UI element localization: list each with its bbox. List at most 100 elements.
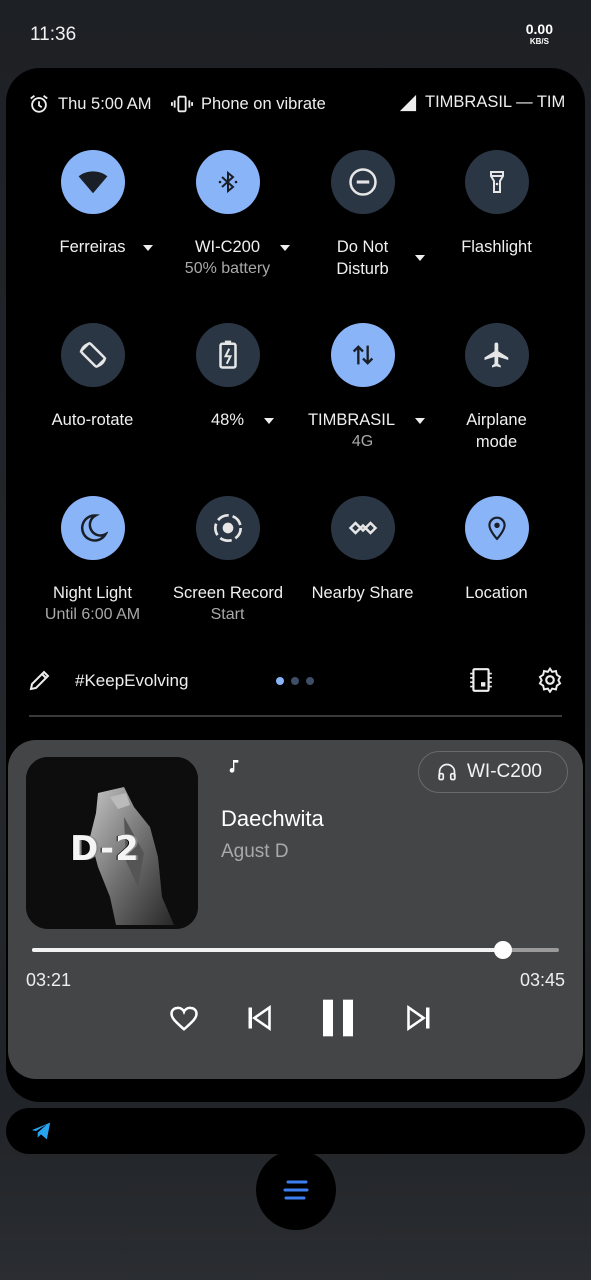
tile-nearby-share-button[interactable] (330, 496, 395, 560)
music-note-icon (229, 760, 239, 773)
pause-icon (323, 999, 353, 1037)
tile-dnd[interactable]: Do Not Disturb (295, 150, 430, 280)
menu-lines-icon (283, 1180, 309, 1200)
edit-pencil-icon[interactable] (28, 668, 52, 692)
tile-flashlight[interactable]: Flashlight (429, 150, 564, 258)
tile-screen-record-sub: Start (210, 606, 245, 623)
tile-dnd-expand[interactable] (415, 255, 425, 261)
alarm-text: Thu 5:00 AM (58, 94, 152, 113)
network-speed-value: 0.00 (525, 21, 553, 37)
tile-bluetooth-label: WI-C200 (194, 238, 261, 256)
tile-mobile-data-sub: 4G (351, 433, 374, 450)
tile-screen-record[interactable]: Screen Record Start (160, 496, 295, 626)
tile-bluetooth[interactable]: WI-C200 50% battery (160, 150, 295, 280)
vibrate-icon (171, 95, 193, 113)
tile-auto-rotate[interactable]: Auto-rotate (25, 323, 160, 431)
tile-screen-record-button[interactable] (195, 496, 260, 560)
wifi-icon (78, 171, 107, 194)
tile-dnd-button[interactable] (330, 150, 395, 214)
alarm-icon (30, 95, 48, 113)
headphones-icon (438, 763, 456, 781)
tile-mobile-data-expand[interactable] (415, 418, 425, 424)
bluetooth-icon (218, 170, 237, 194)
info-bar: Thu 5:00 AM Phone on vibrate TIMBRASIL —… (6, 68, 585, 140)
total-time: 03:45 (519, 970, 565, 990)
tile-airplane-button[interactable] (464, 323, 529, 387)
seek-bar-progress (32, 948, 504, 952)
tile-location-button[interactable] (464, 496, 529, 560)
tile-flashlight-label: Flashlight (461, 238, 532, 256)
build-name: #KeepEvolving (75, 671, 189, 690)
quick-settings-panel: Thu 5:00 AM Phone on vibrate TIMBRASIL —… (6, 68, 585, 1102)
tile-auto-rotate-label: Auto-rotate (51, 411, 134, 429)
airplane-icon (484, 342, 508, 368)
next-button[interactable] (401, 1000, 437, 1036)
settings-gear-icon[interactable] (537, 667, 563, 693)
tile-battery-saver-expand[interactable] (264, 418, 274, 424)
tile-location-label: Location (465, 584, 528, 602)
nearby-share-icon (348, 521, 377, 535)
page-dot (306, 677, 314, 685)
tile-night-light-label: Night Light (53, 584, 132, 602)
output-device-chip[interactable]: WI-C200 (418, 751, 568, 793)
elapsed-time: 03:21 (26, 970, 72, 990)
tile-nearby-share[interactable]: Nearby Share (295, 496, 430, 604)
signal-icon (399, 94, 417, 111)
launcher-button[interactable] (256, 1150, 336, 1230)
network-speed: 0.00 KB/S (526, 22, 553, 46)
ringer-info: Phone on vibrate (171, 93, 326, 115)
tile-nearby-share-label: Nearby Share (311, 584, 414, 602)
tile-wifi[interactable]: Ferreiras (25, 150, 160, 258)
output-device-label: WI-C200 (467, 761, 542, 782)
divider (29, 715, 562, 717)
night-light-icon (80, 514, 108, 542)
tile-mobile-data-label: TIMBRASIL (307, 411, 396, 429)
notification-telegram[interactable] (6, 1108, 585, 1154)
network-speed-unit: KB/S (529, 37, 549, 46)
flashlight-icon (489, 171, 504, 193)
tile-night-light[interactable]: Night Light Until 6:00 AM (25, 496, 160, 626)
tile-airplane[interactable]: Airplane mode (429, 323, 564, 453)
seek-bar-thumb[interactable] (494, 941, 513, 959)
previous-button[interactable] (241, 1000, 277, 1036)
tile-location[interactable]: Location (429, 496, 564, 604)
location-icon (487, 516, 506, 541)
battery-saver-icon (218, 340, 237, 369)
tile-wifi-button[interactable] (60, 150, 125, 214)
tile-night-light-button[interactable] (60, 496, 125, 560)
auto-rotate-icon (79, 342, 106, 368)
song-title: Daechwita (221, 806, 324, 831)
clock: 11:36 (30, 24, 77, 45)
tile-bluetooth-sub: 50% battery (184, 260, 271, 277)
skip-previous-icon (248, 1005, 271, 1031)
heart-icon (170, 1006, 198, 1031)
pause-button[interactable] (316, 996, 360, 1040)
tile-battery-saver[interactable]: 48% (160, 323, 295, 431)
tile-auto-rotate-button[interactable] (60, 323, 125, 387)
album-art: D-2 (26, 757, 198, 929)
tile-wifi-expand[interactable] (143, 245, 153, 251)
page-dot (291, 677, 299, 685)
ringer-text: Phone on vibrate (201, 94, 326, 113)
tile-battery-saver-label: 48% (210, 411, 245, 429)
mobile-data-icon (352, 345, 373, 365)
alarm-info[interactable]: Thu 5:00 AM (28, 93, 152, 115)
device-controls-icon[interactable] (468, 667, 494, 693)
album-art-text: D-2 (70, 829, 140, 869)
tile-dnd-label: Do Not (336, 238, 389, 256)
media-player: D-2 WI-C200 Daechwita Agust D 03:21 03:4… (8, 740, 583, 1079)
page-indicator (276, 677, 314, 685)
tile-flashlight-button[interactable] (464, 150, 529, 214)
like-button[interactable] (166, 1000, 202, 1036)
carrier-info: TIMBRASIL — TIM (399, 93, 565, 112)
tile-airplane-label2: mode (475, 433, 518, 451)
artist-name: Agust D (221, 841, 289, 862)
status-bar: 11:36 0.00 KB/S (0, 0, 591, 70)
tile-battery-saver-button[interactable] (195, 323, 260, 387)
tile-bluetooth-expand[interactable] (280, 245, 290, 251)
tile-mobile-data-button[interactable] (330, 323, 395, 387)
tile-bluetooth-button[interactable] (195, 150, 260, 214)
seek-bar[interactable] (32, 941, 559, 959)
screen-record-icon (213, 514, 242, 542)
tile-mobile-data[interactable]: TIMBRASIL 4G (295, 323, 430, 453)
